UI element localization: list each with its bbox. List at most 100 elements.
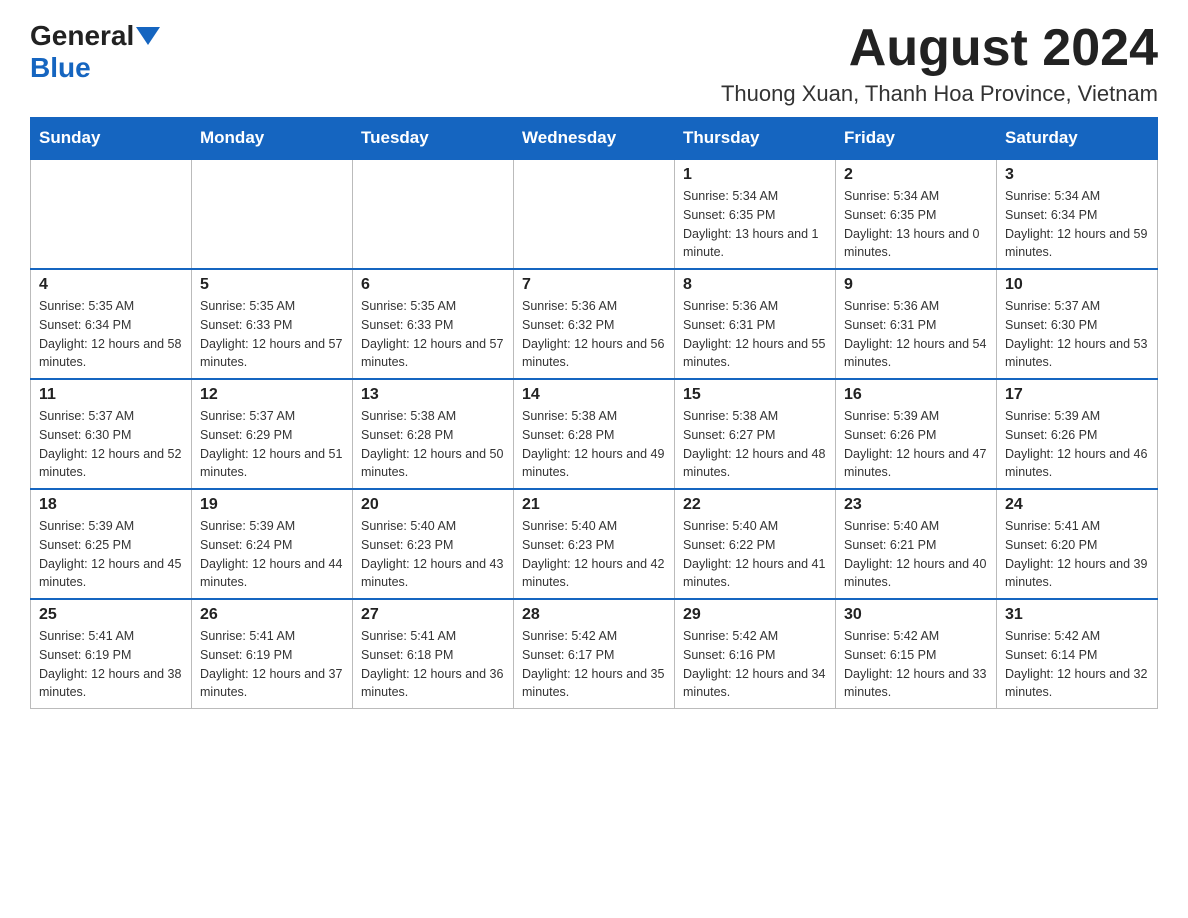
day-info: Sunrise: 5:35 AMSunset: 6:33 PMDaylight:… <box>361 297 505 372</box>
day-number: 18 <box>39 496 183 514</box>
day-info: Sunrise: 5:34 AMSunset: 6:34 PMDaylight:… <box>1005 187 1149 262</box>
calendar-cell: 13 Sunrise: 5:38 AMSunset: 6:28 PMDayligh… <box>353 379 514 489</box>
day-number: 12 <box>200 386 344 404</box>
day-number: 27 <box>361 606 505 624</box>
calendar-cell: 11 Sunrise: 5:37 AMSunset: 6:30 PMDayligh… <box>31 379 192 489</box>
day-number: 19 <box>200 496 344 514</box>
calendar-cell: 24 Sunrise: 5:41 AMSunset: 6:20 PMDayligh… <box>997 489 1158 599</box>
day-number: 17 <box>1005 386 1149 404</box>
calendar-cell: 2 Sunrise: 5:34 AMSunset: 6:35 PMDaylight… <box>836 159 997 269</box>
day-number: 20 <box>361 496 505 514</box>
day-info: Sunrise: 5:40 AMSunset: 6:21 PMDaylight:… <box>844 517 988 592</box>
day-number: 2 <box>844 166 988 184</box>
day-info: Sunrise: 5:37 AMSunset: 6:30 PMDaylight:… <box>1005 297 1149 372</box>
calendar-cell: 27 Sunrise: 5:41 AMSunset: 6:18 PMDayligh… <box>353 599 514 709</box>
calendar-cell <box>514 159 675 269</box>
day-number: 24 <box>1005 496 1149 514</box>
day-info: Sunrise: 5:41 AMSunset: 6:19 PMDaylight:… <box>39 627 183 702</box>
calendar-cell: 5 Sunrise: 5:35 AMSunset: 6:33 PMDaylight… <box>192 269 353 379</box>
calendar-cell: 10 Sunrise: 5:37 AMSunset: 6:30 PMDayligh… <box>997 269 1158 379</box>
calendar-cell: 28Sunrise: 5:42 AMSunset: 6:17 PMDayligh… <box>514 599 675 709</box>
weekday-header-thursday: Thursday <box>675 118 836 160</box>
day-info: Sunrise: 5:40 AMSunset: 6:23 PMDaylight:… <box>361 517 505 592</box>
calendar-cell: 20 Sunrise: 5:40 AMSunset: 6:23 PMDayligh… <box>353 489 514 599</box>
day-info: Sunrise: 5:34 AMSunset: 6:35 PMDaylight:… <box>844 187 988 262</box>
day-info: Sunrise: 5:41 AMSunset: 6:18 PMDaylight:… <box>361 627 505 702</box>
day-info: Sunrise: 5:39 AMSunset: 6:26 PMDaylight:… <box>1005 407 1149 482</box>
day-number: 9 <box>844 276 988 294</box>
calendar-cell: 21Sunrise: 5:40 AMSunset: 6:23 PMDayligh… <box>514 489 675 599</box>
day-number: 1 <box>683 166 827 184</box>
calendar-cell: 25 Sunrise: 5:41 AMSunset: 6:19 PMDayligh… <box>31 599 192 709</box>
calendar-cell: 15 Sunrise: 5:38 AMSunset: 6:27 PMDayligh… <box>675 379 836 489</box>
day-number: 16 <box>844 386 988 404</box>
day-info: Sunrise: 5:35 AMSunset: 6:33 PMDaylight:… <box>200 297 344 372</box>
weekday-header-tuesday: Tuesday <box>353 118 514 160</box>
day-info: Sunrise: 5:36 AMSunset: 6:31 PMDaylight:… <box>683 297 827 372</box>
day-number: 6 <box>361 276 505 294</box>
calendar-cell <box>192 159 353 269</box>
day-info: Sunrise: 5:37 AMSunset: 6:30 PMDaylight:… <box>39 407 183 482</box>
day-number: 25 <box>39 606 183 624</box>
day-number: 11 <box>39 386 183 404</box>
day-info: Sunrise: 5:42 AMSunset: 6:14 PMDaylight:… <box>1005 627 1149 702</box>
day-info: Sunrise: 5:42 AMSunset: 6:17 PMDaylight:… <box>522 627 666 702</box>
calendar-cell: 12Sunrise: 5:37 AMSunset: 6:29 PMDayligh… <box>192 379 353 489</box>
day-info: Sunrise: 5:36 AMSunset: 6:32 PMDaylight:… <box>522 297 666 372</box>
day-info: Sunrise: 5:36 AMSunset: 6:31 PMDaylight:… <box>844 297 988 372</box>
day-number: 7 <box>522 276 666 294</box>
calendar-cell: 18 Sunrise: 5:39 AMSunset: 6:25 PMDayligh… <box>31 489 192 599</box>
day-info: Sunrise: 5:39 AMSunset: 6:25 PMDaylight:… <box>39 517 183 592</box>
logo: General Blue <box>30 20 162 84</box>
day-number: 22 <box>683 496 827 514</box>
day-info: Sunrise: 5:35 AMSunset: 6:34 PMDaylight:… <box>39 297 183 372</box>
calendar-cell: 23 Sunrise: 5:40 AMSunset: 6:21 PMDayligh… <box>836 489 997 599</box>
calendar-table: SundayMondayTuesdayWednesdayThursdayFrid… <box>30 117 1158 709</box>
week-row-5: 25 Sunrise: 5:41 AMSunset: 6:19 PMDayligh… <box>31 599 1158 709</box>
calendar-cell: 8 Sunrise: 5:36 AMSunset: 6:31 PMDaylight… <box>675 269 836 379</box>
day-info: Sunrise: 5:41 AMSunset: 6:20 PMDaylight:… <box>1005 517 1149 592</box>
day-number: 14 <box>522 386 666 404</box>
day-number: 10 <box>1005 276 1149 294</box>
calendar-cell: 31 Sunrise: 5:42 AMSunset: 6:14 PMDayligh… <box>997 599 1158 709</box>
calendar-cell <box>31 159 192 269</box>
week-row-3: 11 Sunrise: 5:37 AMSunset: 6:30 PMDayligh… <box>31 379 1158 489</box>
day-info: Sunrise: 5:34 AMSunset: 6:35 PMDaylight:… <box>683 187 827 262</box>
week-row-4: 18 Sunrise: 5:39 AMSunset: 6:25 PMDayligh… <box>31 489 1158 599</box>
day-number: 31 <box>1005 606 1149 624</box>
week-row-1: 1 Sunrise: 5:34 AMSunset: 6:35 PMDaylight… <box>31 159 1158 269</box>
logo-general: General <box>30 20 134 52</box>
day-info: Sunrise: 5:38 AMSunset: 6:28 PMDaylight:… <box>361 407 505 482</box>
day-info: Sunrise: 5:38 AMSunset: 6:28 PMDaylight:… <box>522 407 666 482</box>
day-number: 5 <box>200 276 344 294</box>
calendar-cell: 17 Sunrise: 5:39 AMSunset: 6:26 PMDayligh… <box>997 379 1158 489</box>
day-number: 3 <box>1005 166 1149 184</box>
logo-blue: Blue <box>30 52 91 83</box>
week-row-2: 4 Sunrise: 5:35 AMSunset: 6:34 PMDaylight… <box>31 269 1158 379</box>
day-number: 4 <box>39 276 183 294</box>
calendar-cell: 14 Sunrise: 5:38 AMSunset: 6:28 PMDayligh… <box>514 379 675 489</box>
day-info: Sunrise: 5:40 AMSunset: 6:23 PMDaylight:… <box>522 517 666 592</box>
calendar-cell: 30Sunrise: 5:42 AMSunset: 6:15 PMDayligh… <box>836 599 997 709</box>
calendar-cell: 7 Sunrise: 5:36 AMSunset: 6:32 PMDaylight… <box>514 269 675 379</box>
day-number: 13 <box>361 386 505 404</box>
location-title: Thuong Xuan, Thanh Hoa Province, Vietnam <box>721 81 1158 107</box>
page-header: General Blue August 2024 Thuong Xuan, Th… <box>30 20 1158 107</box>
weekday-header-sunday: Sunday <box>31 118 192 160</box>
weekday-header-saturday: Saturday <box>997 118 1158 160</box>
calendar-cell: 4 Sunrise: 5:35 AMSunset: 6:34 PMDaylight… <box>31 269 192 379</box>
day-number: 23 <box>844 496 988 514</box>
day-number: 8 <box>683 276 827 294</box>
day-number: 15 <box>683 386 827 404</box>
calendar-cell: 19Sunrise: 5:39 AMSunset: 6:24 PMDayligh… <box>192 489 353 599</box>
logo-triangle-icon <box>136 27 160 45</box>
day-info: Sunrise: 5:42 AMSunset: 6:15 PMDaylight:… <box>844 627 988 702</box>
day-info: Sunrise: 5:38 AMSunset: 6:27 PMDaylight:… <box>683 407 827 482</box>
calendar-cell: 6 Sunrise: 5:35 AMSunset: 6:33 PMDaylight… <box>353 269 514 379</box>
title-area: August 2024 Thuong Xuan, Thanh Hoa Provi… <box>721 20 1158 107</box>
day-number: 29 <box>683 606 827 624</box>
calendar-cell: 26Sunrise: 5:41 AMSunset: 6:19 PMDayligh… <box>192 599 353 709</box>
calendar-cell <box>353 159 514 269</box>
calendar-cell: 16Sunrise: 5:39 AMSunset: 6:26 PMDayligh… <box>836 379 997 489</box>
calendar-cell: 1 Sunrise: 5:34 AMSunset: 6:35 PMDaylight… <box>675 159 836 269</box>
